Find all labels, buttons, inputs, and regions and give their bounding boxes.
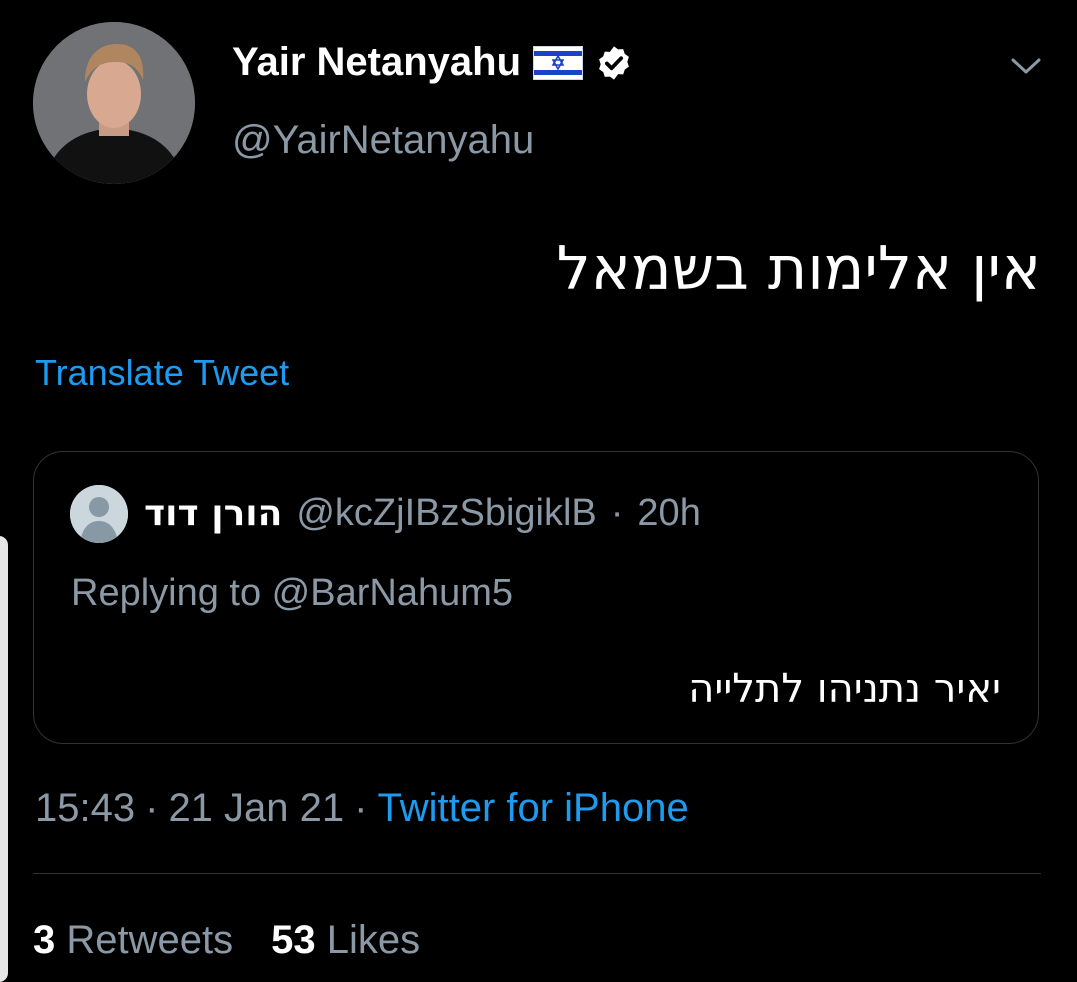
replying-to: Replying to @BarNahum5 <box>71 572 514 614</box>
retweets-label: Retweets <box>66 918 234 962</box>
author-handle[interactable]: @YairNetanyahu <box>232 118 534 163</box>
likes-count: 53 <box>271 918 316 962</box>
tweet-stats: 3 Retweets 53 Likes <box>33 918 420 963</box>
author-display-name[interactable]: Yair Netanyahu <box>232 40 521 85</box>
israel-flag-icon <box>533 45 584 80</box>
author-avatar[interactable] <box>33 22 195 184</box>
likes-label: Likes <box>326 918 421 962</box>
quoted-tweet-text: יאיר נתניהו לתלייה <box>688 666 1001 712</box>
avatar-photo <box>33 22 195 184</box>
verified-badge-icon <box>599 45 629 80</box>
separator-dot: · <box>145 786 159 830</box>
tweet-source-link[interactable]: Twitter for iPhone <box>377 786 688 831</box>
separator-dot: · <box>354 786 368 830</box>
chevron-down-icon[interactable] <box>1008 52 1044 80</box>
quoted-timestamp: 20h <box>637 492 701 534</box>
quoted-author-avatar[interactable] <box>70 485 128 543</box>
default-avatar-icon <box>70 485 128 543</box>
edge-scroll-handle[interactable] <box>0 536 8 982</box>
author-name-row[interactable]: Yair Netanyahu <box>232 40 633 85</box>
retweets-count: 3 <box>33 918 56 962</box>
separator-dot: · <box>610 492 624 534</box>
retweets-stat[interactable]: 3 Retweets <box>33 918 233 963</box>
tweet-date: 21 Jan 21 <box>168 786 345 830</box>
quoted-handle[interactable]: @kcZjIBzSbigiklB <box>296 492 596 535</box>
divider <box>33 873 1041 874</box>
translate-tweet-link[interactable]: Translate Tweet <box>35 352 289 394</box>
tweet-text: אין אלימות בשמאל <box>556 234 1041 304</box>
tweet-time: 15:43 <box>35 786 136 830</box>
likes-stat[interactable]: 53 Likes <box>271 918 420 963</box>
tweet-meta: 15:43 · 21 Jan 21 · Twitter for iPhone <box>35 786 689 831</box>
quoted-header: הורן דוד @kcZjIBzSbigiklB · 20h <box>144 492 701 535</box>
quoted-display-name[interactable]: הורן דוד <box>144 493 282 534</box>
